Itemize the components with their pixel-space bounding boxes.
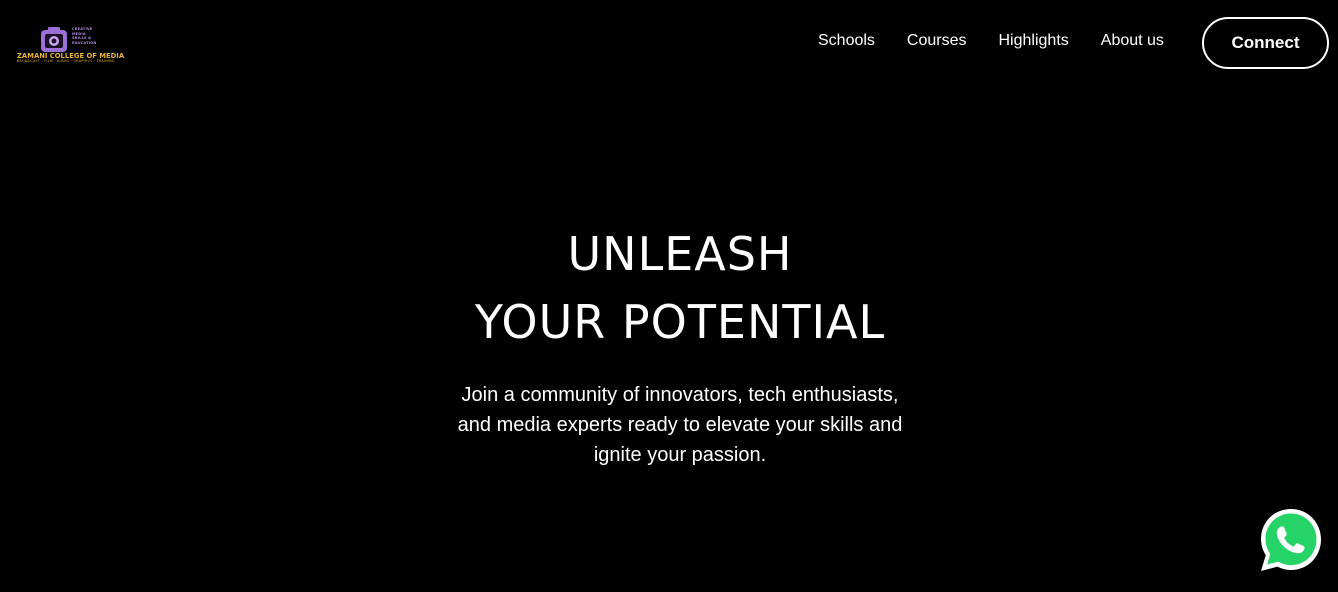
nav-item-highlights[interactable]: Highlights	[999, 31, 1069, 51]
site-header: CREATIVE MEDIA SKILLS & EDUCATION ZAMANI…	[0, 0, 1338, 84]
main-nav: Schools Courses Highlights About us	[818, 31, 1164, 51]
page: CREATIVE MEDIA SKILLS & EDUCATION ZAMANI…	[0, 0, 1338, 592]
hero-title-line-2: YOUR POTENTIAL	[474, 295, 886, 349]
connect-button[interactable]: Connect	[1202, 17, 1329, 69]
whatsapp-icon	[1261, 509, 1321, 571]
logo-tagline: CREATIVE MEDIA SKILLS & EDUCATION	[72, 27, 97, 45]
whatsapp-button[interactable]	[1257, 506, 1325, 574]
hero-title: UNLEASH YOUR POTENTIAL	[0, 220, 1338, 356]
hero-title-line-1: UNLEASH	[567, 227, 793, 281]
hero-subtitle: Join a community of innovators, tech ent…	[457, 384, 903, 466]
site-logo[interactable]: CREATIVE MEDIA SKILLS & EDUCATION ZAMANI…	[16, 26, 124, 66]
logo-subline: BROADCAST · FILM · AUDIO · GRAPHICS · TR…	[17, 59, 115, 63]
nav-item-courses[interactable]: Courses	[907, 31, 967, 51]
nav-item-schools[interactable]: Schools	[818, 31, 875, 51]
camera-icon	[41, 27, 67, 52]
hero-section: UNLEASH YOUR POTENTIAL Join a community …	[0, 220, 1338, 470]
nav-item-about-us[interactable]: About us	[1101, 31, 1164, 51]
